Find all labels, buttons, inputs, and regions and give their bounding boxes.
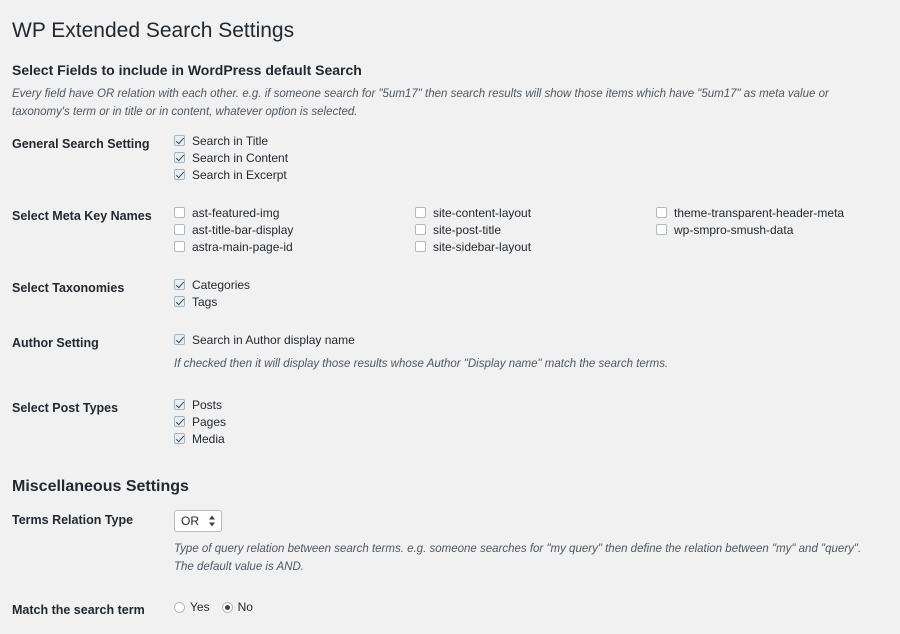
checkbox-media[interactable]: Media [174, 432, 890, 446]
checkbox-search-in-author-display-name[interactable]: Search in Author display name [174, 333, 890, 347]
checkbox-label: Search in Author display name [192, 332, 355, 347]
fields-section-heading: Select Fields to include in WordPress de… [12, 62, 362, 79]
radio-yes[interactable]: Yes [174, 600, 222, 614]
checkbox-label: Tags [192, 294, 218, 309]
checkbox-icon[interactable] [174, 279, 185, 291]
meta-key-names-label: Select Meta Key Names [12, 208, 152, 223]
row-select-taxonomies: Select Taxonomies Categories Tags [0, 266, 900, 321]
taxonomies-field: Categories Tags [174, 266, 900, 321]
checkbox-posts[interactable]: Posts [174, 398, 890, 412]
general-search-setting-field: Search in Title Search in Content Search… [174, 122, 900, 194]
author-setting-field: Search in Author display name If checked… [174, 321, 900, 386]
checkbox-icon[interactable] [174, 135, 185, 147]
radio-no[interactable]: No [221, 600, 265, 615]
radio-label: No [237, 600, 253, 615]
checkbox-tags[interactable]: Tags [174, 295, 890, 309]
match-search-term-label: Match the search term [12, 603, 145, 618]
checkbox-search-in-excerpt[interactable]: Search in Excerpt [174, 168, 890, 182]
checkbox-label: Search in Content [192, 150, 289, 165]
terms-relation-type-label: Terms Relation Type [12, 512, 134, 527]
checkbox-icon[interactable] [174, 207, 185, 219]
terms-relation-select[interactable]: OR AND [174, 509, 222, 532]
row-select-post-types: Select Post Types Posts Pages Media [0, 386, 900, 458]
terms-relation-type-field: OR AND Type of query relation between se… [174, 498, 900, 589]
checkbox-icon[interactable] [656, 207, 667, 219]
author-setting-label: Author Setting [12, 335, 99, 350]
meta-key-column-3: theme-transparent-header-meta wp-smpro-s… [656, 206, 897, 254]
row-general-search-setting: General Search Setting Search in Title S… [0, 122, 900, 194]
match-search-term-radio-group: Yes No [174, 600, 890, 614]
checkbox-icon[interactable] [174, 399, 185, 411]
checkbox-label: ast-title-bar-display [192, 222, 294, 237]
checkbox-icon[interactable] [174, 224, 185, 236]
match-search-term-field: Yes No [174, 588, 900, 634]
post-types-field: Posts Pages Media [174, 386, 900, 458]
checkbox-icon[interactable] [656, 224, 667, 236]
checkbox-search-in-title[interactable]: Search in Title [174, 134, 890, 148]
radio-label: Yes [190, 600, 210, 615]
row-author-setting: Author Setting Search in Author display … [0, 321, 900, 386]
checkbox-site-post-title[interactable]: site-post-title [415, 223, 656, 237]
settings-page: WP Extended Search Settings Select Field… [0, 0, 900, 634]
row-terms-relation-type: Terms Relation Type OR AND Type of query… [0, 498, 900, 589]
checkbox-astra-main-page-id[interactable]: astra-main-page-id [174, 240, 415, 254]
checkbox-ast-featured-img[interactable]: ast-featured-img [174, 206, 415, 220]
row-select-meta-key-names: Select Meta Key Names ast-featured-img a… [0, 194, 900, 266]
checkbox-wp-smpro-smush-data[interactable]: wp-smpro-smush-data [656, 223, 897, 237]
checkbox-label: theme-transparent-header-meta [674, 205, 845, 220]
terms-relation-select-wrapper: OR AND [174, 509, 222, 532]
radio-icon[interactable] [174, 601, 185, 613]
checkbox-icon[interactable] [415, 224, 426, 236]
author-setting-description: If checked then it will display those re… [174, 357, 669, 370]
checkbox-label: Pages [192, 414, 227, 429]
meta-key-column-1: ast-featured-img ast-title-bar-display a… [174, 206, 415, 254]
checkbox-label: Search in Excerpt [192, 167, 287, 182]
checkbox-label: Search in Title [192, 133, 269, 148]
meta-key-names-field: ast-featured-img ast-title-bar-display a… [174, 194, 900, 266]
terms-relation-description: Type of query relation between search te… [174, 542, 862, 573]
checkbox-ast-title-bar-display[interactable]: ast-title-bar-display [174, 223, 415, 237]
checkbox-icon[interactable] [174, 433, 185, 445]
row-match-the-search-term: Match the search term Yes No [0, 588, 900, 634]
checkbox-label: Categories [192, 277, 251, 292]
checkbox-icon[interactable] [415, 207, 426, 219]
checkbox-icon[interactable] [415, 241, 426, 253]
checkbox-icon[interactable] [174, 152, 185, 164]
misc-section-heading: Miscellaneous Settings [12, 477, 189, 495]
fields-section-description: Every field have OR relation with each o… [12, 88, 829, 119]
checkbox-label: site-content-layout [433, 205, 532, 220]
checkbox-label: site-post-title [433, 222, 502, 237]
checkbox-icon[interactable] [174, 169, 185, 181]
checkbox-theme-transparent-header-meta[interactable]: theme-transparent-header-meta [656, 206, 897, 220]
checkbox-label: wp-smpro-smush-data [674, 222, 794, 237]
checkbox-icon[interactable] [174, 416, 185, 428]
checkbox-search-in-content[interactable]: Search in Content [174, 151, 890, 165]
checkbox-icon[interactable] [174, 241, 185, 253]
misc-settings-table: Terms Relation Type OR AND Type of query… [0, 498, 900, 634]
checkbox-categories[interactable]: Categories [174, 278, 890, 292]
checkbox-pages[interactable]: Pages [174, 415, 890, 429]
checkbox-label: Media [192, 431, 225, 446]
checkbox-label: ast-featured-img [192, 205, 280, 220]
meta-key-columns: ast-featured-img ast-title-bar-display a… [174, 206, 890, 254]
general-search-setting-label: General Search Setting [12, 136, 150, 151]
checkbox-site-content-layout[interactable]: site-content-layout [415, 206, 656, 220]
radio-icon[interactable] [221, 601, 233, 613]
taxonomies-label: Select Taxonomies [12, 280, 125, 295]
checkbox-icon[interactable] [174, 296, 185, 308]
page-title: WP Extended Search Settings [12, 19, 295, 42]
checkbox-icon[interactable] [174, 334, 185, 346]
search-fields-table: General Search Setting Search in Title S… [0, 122, 900, 458]
meta-key-column-2: site-content-layout site-post-title site… [415, 206, 656, 254]
checkbox-label: site-sidebar-layout [433, 239, 532, 254]
checkbox-label: Posts [192, 397, 223, 412]
checkbox-site-sidebar-layout[interactable]: site-sidebar-layout [415, 240, 656, 254]
checkbox-label: astra-main-page-id [192, 239, 293, 254]
post-types-label: Select Post Types [12, 400, 119, 415]
